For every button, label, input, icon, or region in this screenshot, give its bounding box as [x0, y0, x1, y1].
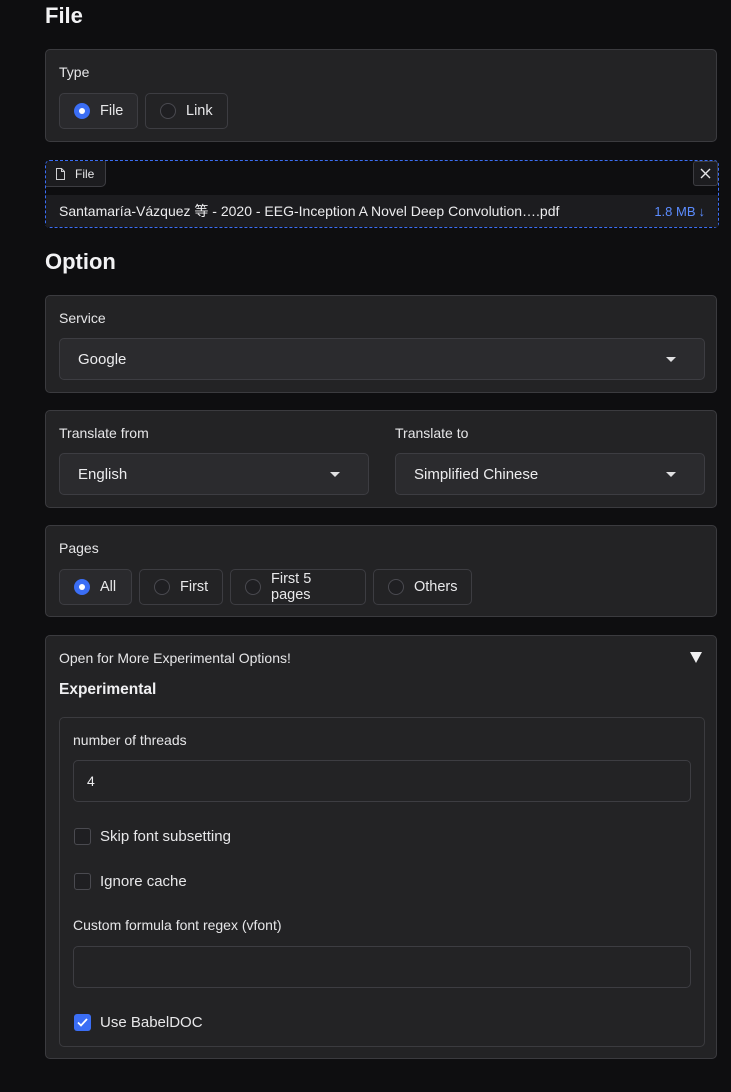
file-section-title: File	[45, 3, 83, 28]
radio-pages-others[interactable]: Others	[373, 569, 472, 605]
threads-input[interactable]: 4	[73, 760, 691, 802]
skip-font-checkbox[interactable]: Skip font subsetting	[74, 828, 231, 845]
pages-panel: Pages All First First 5 pages Others	[45, 525, 717, 617]
file-size: 1.8 MB	[654, 203, 696, 219]
option-section-title: Option	[45, 249, 116, 274]
service-value: Google	[78, 350, 127, 368]
radio-label: Link	[186, 103, 213, 119]
experimental-heading: Experimental	[59, 681, 157, 698]
file-row[interactable]: Santamaría-Vázquez 等 - 2020 - EEG-Incept…	[46, 195, 718, 227]
radio-indicator-checked	[74, 103, 90, 119]
chevron-down-icon	[666, 472, 676, 477]
radio-indicator-checked	[74, 579, 90, 595]
service-label: Service	[59, 310, 106, 326]
vfont-input[interactable]	[73, 946, 691, 988]
radio-label: Others	[414, 579, 458, 595]
translate-panel: Translate from English Translate to Simp…	[45, 410, 717, 508]
radio-label: First 5 pages	[271, 571, 312, 603]
experimental-accordion: Open for More Experimental Options! Expe…	[45, 635, 717, 1059]
radio-indicator	[160, 103, 176, 119]
translate-from-value: English	[78, 465, 128, 483]
type-label: Type	[59, 64, 90, 80]
translate-to-label: Translate to	[395, 425, 469, 441]
translate-from-label: Translate from	[59, 425, 149, 441]
babeldoc-checkbox[interactable]: Use BabelDOC	[74, 1014, 203, 1031]
ignore-cache-label: Ignore cache	[100, 873, 187, 890]
checkmark-icon	[77, 1018, 88, 1027]
babeldoc-label: Use BabelDOC	[100, 1014, 203, 1031]
file-upload-box: File Santamaría-Vázquez 等 - 2020 - EEG-I…	[45, 160, 719, 228]
close-upload-button[interactable]	[693, 161, 718, 186]
radio-indicator	[245, 579, 261, 595]
file-size-download[interactable]: 1.8 MB ↓	[654, 204, 705, 219]
service-panel: Service Google	[45, 295, 717, 393]
triangle-down-icon	[690, 652, 702, 663]
translate-from-dropdown[interactable]: English	[59, 453, 369, 495]
checkbox-box-checked	[74, 1014, 91, 1031]
threads-value: 4	[87, 773, 95, 789]
file-tag-label: File	[75, 166, 95, 181]
translate-to-dropdown[interactable]: Simplified Chinese	[395, 453, 705, 495]
accordion-label: Open for More Experimental Options!	[59, 650, 291, 666]
file-tag: File	[46, 161, 106, 187]
radio-label: All	[100, 579, 117, 595]
radio-label: First	[180, 579, 209, 595]
skip-font-label: Skip font subsetting	[100, 828, 231, 845]
radio-pages-first[interactable]: First	[139, 569, 223, 605]
threads-label: number of threads	[73, 732, 187, 748]
vfont-label: Custom formula font regex (vfont)	[73, 917, 282, 933]
close-icon	[700, 168, 711, 179]
radio-indicator	[388, 579, 404, 595]
checkbox-box	[74, 873, 91, 890]
radio-type-link[interactable]: Link	[145, 93, 228, 129]
ignore-cache-checkbox[interactable]: Ignore cache	[74, 873, 187, 890]
radio-indicator	[154, 579, 170, 595]
translate-to-value: Simplified Chinese	[414, 465, 539, 483]
radio-pages-all[interactable]: All	[59, 569, 132, 605]
chevron-down-icon	[666, 357, 676, 362]
radio-type-file[interactable]: File	[59, 93, 138, 129]
experimental-inner-panel: number of threads 4 Skip font subsetting…	[59, 717, 705, 1047]
radio-pages-first-5[interactable]: First 5 pages	[230, 569, 366, 605]
service-dropdown[interactable]: Google	[59, 338, 705, 380]
file-name: Santamaría-Vázquez 等 - 2020 - EEG-Incept…	[59, 203, 560, 219]
download-arrow-icon: ↓	[698, 203, 706, 219]
accordion-header[interactable]: Open for More Experimental Options!	[46, 636, 716, 680]
chevron-down-icon	[330, 472, 340, 477]
radio-label: File	[100, 103, 124, 119]
type-panel: Type File Link	[45, 49, 717, 142]
file-icon	[56, 167, 65, 180]
pages-label: Pages	[59, 540, 99, 556]
checkbox-box	[74, 828, 91, 845]
